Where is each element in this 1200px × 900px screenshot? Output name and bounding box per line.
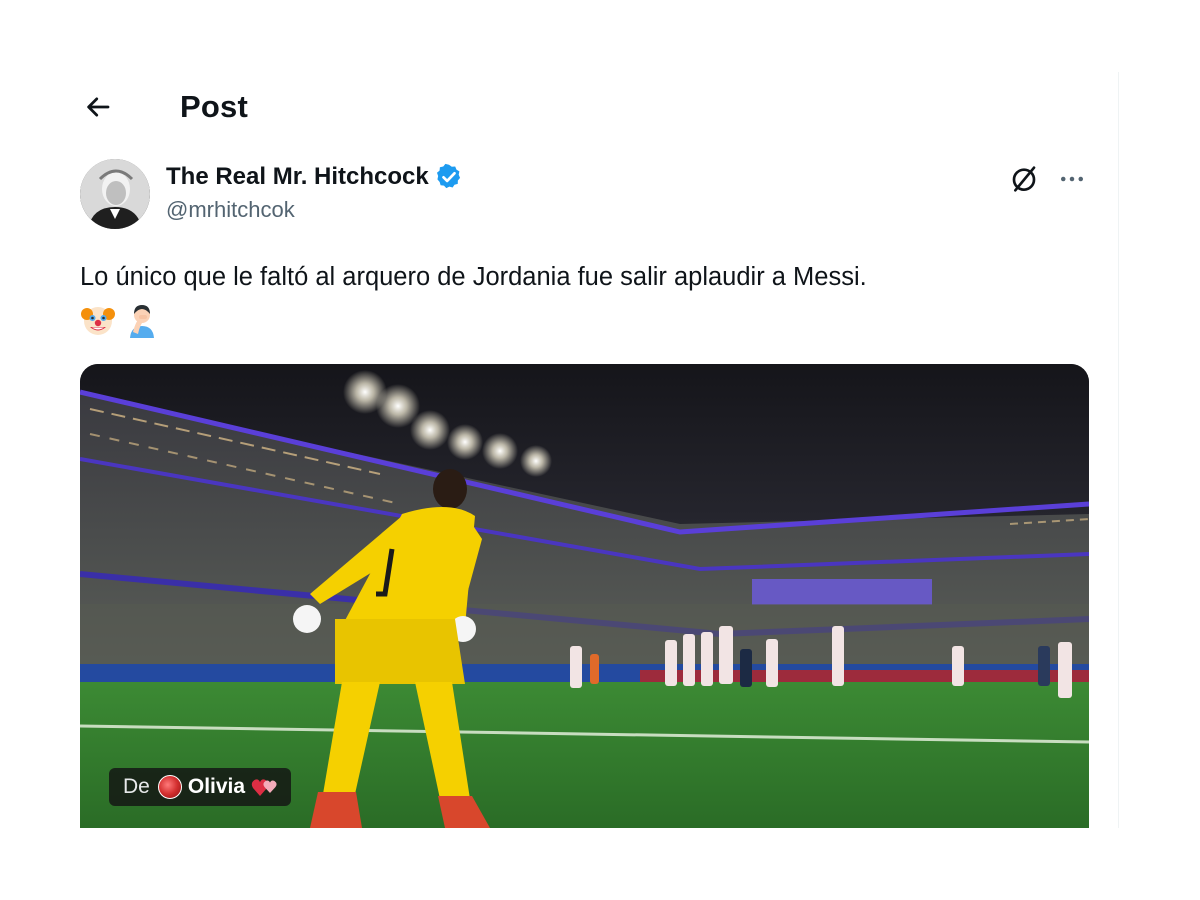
hearts-icon [251, 779, 277, 796]
video-attribution[interactable]: De Olivia [109, 768, 292, 806]
back-button[interactable] [78, 87, 118, 127]
attribution-avatar [157, 775, 182, 799]
post-video[interactable]: De Olivia [80, 364, 1089, 828]
display-name[interactable]: The Real Mr. Hitchcock [166, 163, 429, 191]
avatar-image [80, 159, 150, 229]
attribution-prefix: De [123, 775, 150, 798]
post-emojis [80, 302, 160, 338]
person-facepalming-emoji [130, 305, 154, 338]
user-handle[interactable]: @mrhitchcok [166, 197, 463, 223]
avatar[interactable] [80, 159, 150, 229]
grok-button[interactable] [1006, 161, 1042, 197]
grok-icon [1012, 166, 1036, 192]
author-info: The Real Mr. Hitchcock @mrhitchcok [166, 159, 463, 223]
clown-face-emoji [81, 307, 115, 335]
more-horizontal-icon [1061, 176, 1083, 182]
column-divider [1118, 72, 1119, 828]
display-name-row: The Real Mr. Hitchcock [166, 159, 463, 195]
post-header: Post [78, 82, 248, 132]
arrow-left-icon [87, 97, 110, 117]
attribution-name: Olivia [187, 775, 246, 798]
more-options-button[interactable] [1054, 161, 1090, 197]
verified-badge-icon [436, 163, 460, 189]
video-frame [80, 364, 1089, 828]
post-author-row: The Real Mr. Hitchcock @mrhitchcok [80, 157, 1090, 233]
post-page: Post The Real Mr. Hitchcock @mrhitchcok [0, 0, 1200, 900]
post-text: Lo único que le faltó al arquero de Jord… [80, 263, 867, 291]
page-title: Post [180, 89, 248, 124]
